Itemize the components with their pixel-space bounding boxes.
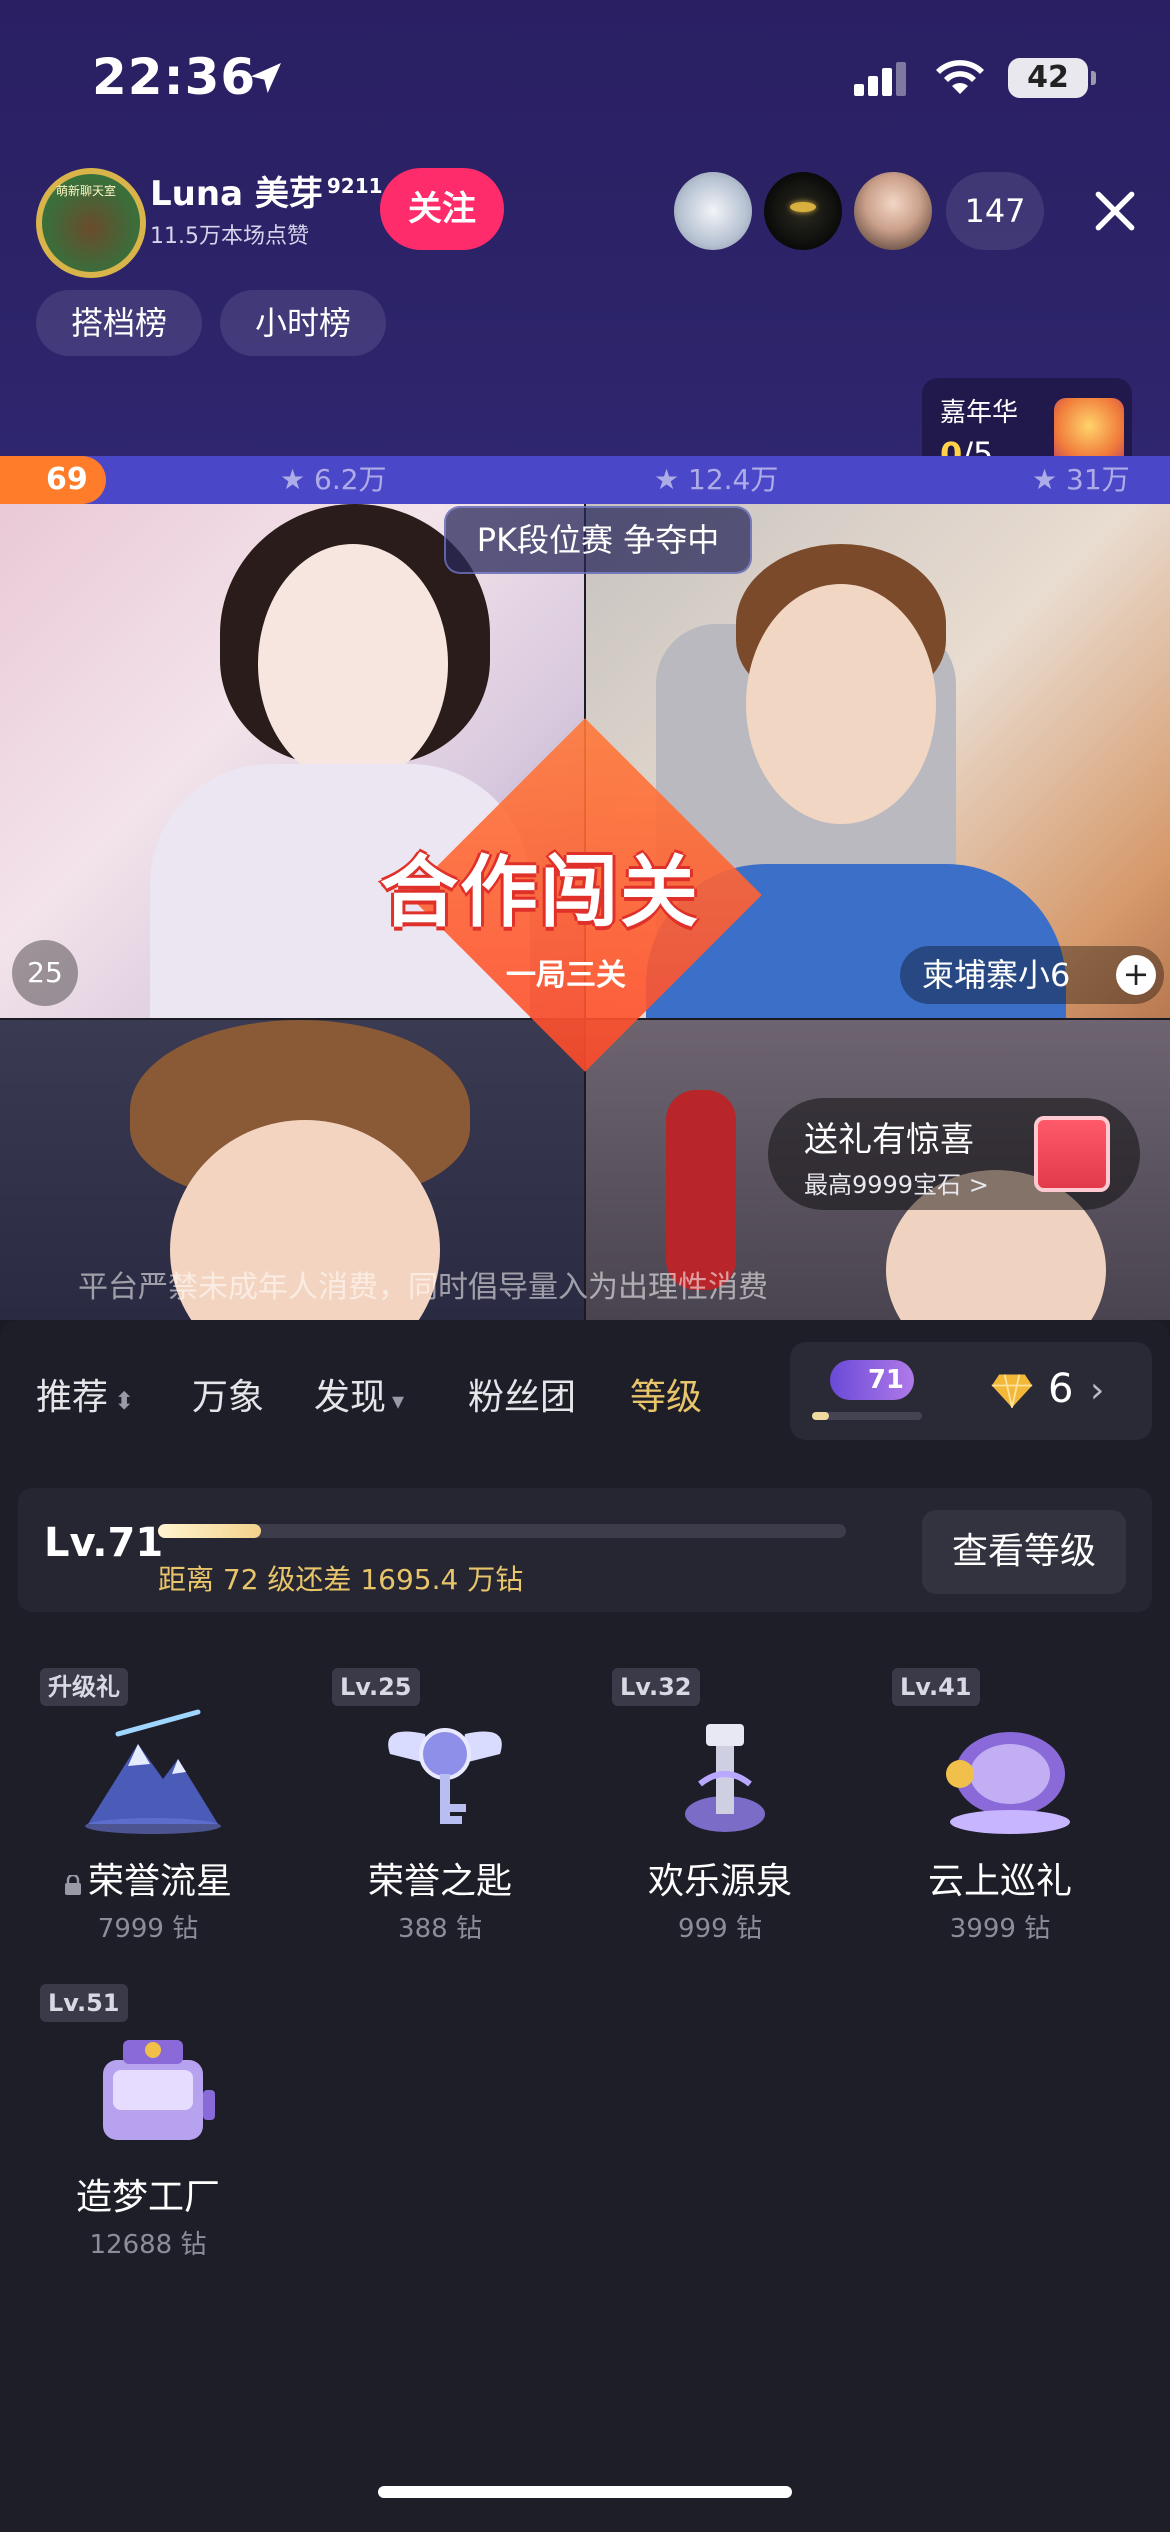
gift-item[interactable]: 升级礼 荣誉流星 7999 钻 [18,1668,278,1968]
gift-item[interactable]: Lv.51 造梦工厂 12688 钻 [18,1984,278,2284]
gift-name: 荣誉流星 [18,1852,278,1904]
tab-discover[interactable]: 发现 ▾ [314,1368,404,1420]
gift-box-icon [1034,1116,1110,1192]
close-icon[interactable] [1090,186,1140,236]
gift-price: 12688 钻 [89,2230,207,2260]
gift-price: 388 钻 [398,1914,482,1944]
gift-price: 7999 钻 [97,1914,199,1944]
viewer-avatar[interactable] [764,172,842,250]
chevron-right-icon: › [1090,1370,1105,1411]
streamer-face [746,584,936,824]
battery-indicator: 42 [1008,58,1096,98]
gift-promo-banner[interactable]: 送礼有惊喜 最高9999宝石 > [768,1098,1140,1210]
viewer-avatar[interactable] [674,172,752,250]
gift-price: 999 钻 [678,1914,762,1944]
pk-left-score: 69 [0,456,106,504]
gift-tag: 升级礼 [40,1668,128,1706]
home-indicator[interactable] [378,2486,792,2498]
winged-key-icon [388,1728,502,1824]
status-bar: 22:36 42 [0,0,1170,150]
minor-spending-notice: 平台严禁未成年人消费，同时倡导量入为出理性消费 [78,1270,768,1305]
viewer-avatar[interactable] [854,172,932,250]
host-name-text: Luna 美芽 [150,174,323,214]
tab-fan-club[interactable]: 粉丝团 [468,1368,576,1420]
hourly-rank-chip[interactable]: 小时榜 [220,290,386,356]
streamer-face [258,544,448,784]
gift-panel: 推荐 ⬍ 万象 发现 ▾ 粉丝团 等级 71 6 › Lv.71 距离 72 级还差… [0,1320,1170,2532]
level-progress-card: Lv.71 距离 72 级还差 1695.4 万钻 查看等级 [18,1488,1152,1612]
gift-price: 3999 钻 [949,1914,1051,1944]
gift-item[interactable]: Lv.41 云上巡礼 3999 钻 [870,1668,1130,1968]
pk-milestone: ★ 12.4万 [654,463,779,496]
cellular-signal-icon [854,62,906,96]
pk-milestone: ★ 6.2万 [280,463,387,496]
gift-name: 荣誉之匙 [367,1861,512,1902]
pk-score-bar: 69 ★ 6.2万 ★ 12.4万 ★ 31万 [0,456,1170,504]
tab-level[interactable]: 等级 [630,1368,702,1420]
wifi-icon [936,60,984,94]
mountain-meteor-icon [85,1709,221,1834]
gift-tabs: 推荐 ⬍ 万象 发现 ▾ 粉丝团 等级 71 6 › [0,1320,1170,1464]
gift-tag: Lv.32 [612,1668,700,1706]
location-arrow-icon [251,63,281,93]
user-level-badge: 71 [830,1360,914,1400]
gift-tag: Lv.51 [40,1984,128,2022]
coop-banner-title: 合作闯关 [380,848,701,938]
host-likes: 11.5万本场点赞 [150,224,309,249]
figurine [666,1090,736,1290]
gift-tag: Lv.25 [332,1668,420,1706]
status-time: 22:36 [92,48,257,106]
avatar-ring-text: 萌新聊天室 [56,184,117,198]
diamond-icon [991,1374,1033,1408]
host-name[interactable]: Luna 美芽 9211 [150,166,383,215]
host-avatar[interactable]: 萌新聊天室 [36,168,146,278]
gift-item[interactable]: Lv.25 荣誉之匙 388 钻 [310,1668,570,1968]
diamond-balance: 6 [1048,1366,1074,1412]
fountain-icon [685,1724,765,1832]
balance-box[interactable]: 71 6 › [790,1342,1152,1440]
host-name-sup: 9211 [326,173,383,198]
gift-name: 云上巡礼 [927,1861,1072,1902]
lock-icon [64,1875,81,1895]
pk-milestone: ★ 31万 [1032,463,1130,496]
partner-rank-chip[interactable]: 搭档榜 [36,290,202,356]
view-level-button[interactable]: 查看等级 [922,1510,1126,1594]
gift-tag: Lv.41 [892,1668,980,1706]
level-hint: 距离 72 级还差 1695.4 万钻 [158,1563,524,1596]
guest-name-tag[interactable]: 柬埔寨小6 + [900,946,1164,1004]
viewer-count[interactable]: 147 [946,172,1044,250]
tab-recommend[interactable]: 推荐 ⬍ [36,1368,134,1420]
guest-name: 柬埔寨小6 [922,956,1071,994]
cloud-airship-icon [946,1732,1070,1834]
gift-item[interactable]: Lv.32 欢乐源泉 999 钻 [590,1668,850,1968]
dream-factory-icon [103,2040,215,2140]
level-progress-bar [158,1524,846,1538]
tab-wanxiang[interactable]: 万象 [192,1368,264,1420]
gift-name: 欢乐源泉 [647,1861,792,1902]
gift-name: 造梦工厂 [75,2177,220,2218]
user-level-progress [812,1412,922,1420]
pk-status-badge: PK段位赛 争夺中 [444,506,752,574]
seat-number: 25 [12,940,78,1006]
coop-banner-subtitle: 一局三关 [506,958,626,993]
follow-button[interactable]: 关注 [380,168,504,250]
current-level: Lv.71 [44,1520,164,1566]
add-icon[interactable]: + [1116,955,1156,995]
